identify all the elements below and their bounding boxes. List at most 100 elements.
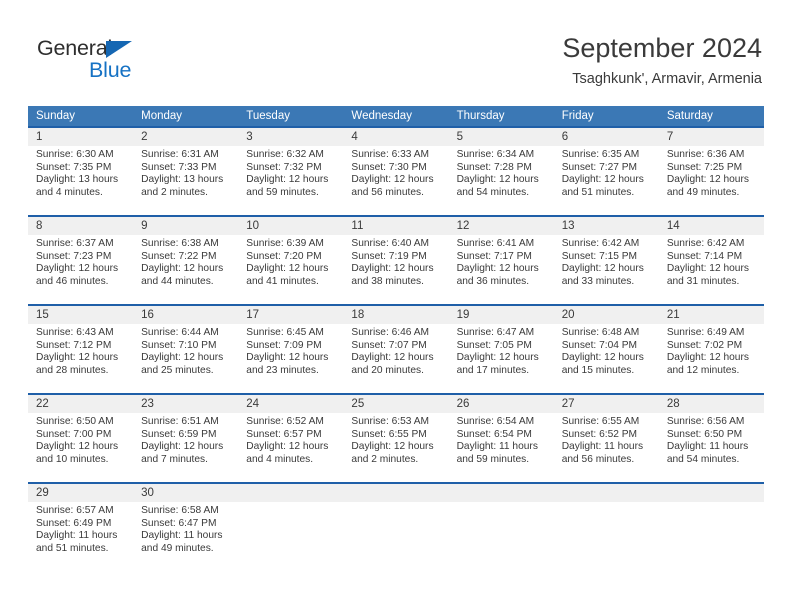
sunset-text: Sunset: 6:50 PM: [666, 428, 743, 440]
day-details: Sunrise: 6:37 AM Sunset: 7:23 PM Daylight:…: [28, 235, 133, 288]
calendar-day-cell[interactable]: 13 Sunrise: 6:42 AM Sunset: 7:15 PM Dayligh…: [553, 217, 659, 304]
day-details: Sunrise: 6:41 AM Sunset: 7:17 PM Daylight:…: [449, 235, 554, 288]
calendar-cell: 15 Sunrise: 6:43 AM Sunset: 7:12 PM Dayligh…: [28, 304, 134, 394]
calendar-day-cell[interactable]: 1 Sunrise: 6:30 AM Sunset: 7:35 PM Daylight…: [28, 128, 134, 215]
day-number: 26: [448, 395, 554, 413]
day-details: Sunrise: 6:50 AM Sunset: 7:00 PM Daylight:…: [28, 413, 133, 466]
calendar-day-cell[interactable]: 14 Sunrise: 6:42 AM Sunset: 7:14 PM Dayligh…: [658, 217, 764, 304]
daylight-text-line1: Daylight: 12 hours: [351, 352, 434, 364]
calendar-day-cell[interactable]: 28 Sunrise: 6:56 AM Sunset: 6:50 PM Dayligh…: [658, 395, 764, 482]
calendar-cell: 22 Sunrise: 6:50 AM Sunset: 7:00 PM Dayligh…: [28, 393, 134, 483]
calendar-day-cell[interactable]: 16 Sunrise: 6:44 AM Sunset: 7:10 PM Dayligh…: [133, 306, 239, 393]
daylight-text-line1: Daylight: 11 hours: [36, 530, 118, 542]
calendar-day-cell[interactable]: 15 Sunrise: 6:43 AM Sunset: 7:12 PM Dayligh…: [28, 306, 134, 393]
calendar-cell: 14 Sunrise: 6:42 AM Sunset: 7:14 PM Dayligh…: [658, 215, 764, 305]
daylight-text-line2: and 46 minutes.: [36, 275, 109, 287]
calendar-day-cell[interactable]: 27 Sunrise: 6:55 AM Sunset: 6:52 PM Dayligh…: [553, 395, 659, 482]
day-number: 20: [553, 306, 659, 324]
calendar-day-cell[interactable]: 18 Sunrise: 6:46 AM Sunset: 7:07 PM Dayligh…: [343, 306, 449, 393]
calendar-body: 1 Sunrise: 6:30 AM Sunset: 7:35 PM Daylight…: [28, 126, 764, 571]
calendar-day-cell[interactable]: 6 Sunrise: 6:35 AM Sunset: 7:27 PM Daylight…: [553, 128, 659, 215]
calendar-cell: 20 Sunrise: 6:48 AM Sunset: 7:04 PM Dayligh…: [553, 304, 659, 394]
calendar-day-cell[interactable]: 26 Sunrise: 6:54 AM Sunset: 6:54 PM Dayligh…: [448, 395, 554, 482]
day-number: 8: [28, 217, 134, 235]
calendar-cell: 17 Sunrise: 6:45 AM Sunset: 7:09 PM Dayligh…: [238, 304, 344, 394]
calendar-day-cell[interactable]: 10 Sunrise: 6:39 AM Sunset: 7:20 PM Dayligh…: [238, 217, 344, 304]
calendar-day-cell[interactable]: 25 Sunrise: 6:53 AM Sunset: 6:55 PM Dayligh…: [343, 395, 449, 482]
day-details: Sunrise: 6:53 AM Sunset: 6:55 PM Daylight:…: [343, 413, 448, 466]
daylight-text-line2: and 56 minutes.: [561, 453, 635, 465]
daylight-text-line1: Daylight: 12 hours: [246, 174, 329, 186]
calendar-day-cell[interactable]: 11 Sunrise: 6:40 AM Sunset: 7:19 PM Dayligh…: [343, 217, 449, 304]
sunset-text: Sunset: 7:10 PM: [141, 339, 217, 351]
sunrise-text: Sunrise: 6:35 AM: [561, 149, 640, 160]
daylight-text-line2: and 2 minutes.: [351, 453, 419, 465]
calendar-day-cell[interactable]: 8 Sunrise: 6:37 AM Sunset: 7:23 PM Daylight…: [28, 217, 134, 304]
day-number: 29: [28, 484, 134, 502]
day-details: Sunrise: 6:45 AM Sunset: 7:09 PM Daylight:…: [238, 324, 343, 377]
sunset-text: Sunset: 7:00 PM: [36, 428, 112, 440]
daylight-text-line1: Daylight: 12 hours: [456, 174, 539, 186]
day-details: Sunrise: 6:57 AM Sunset: 6:49 PM Daylight:…: [28, 502, 133, 555]
daylight-text-line1: Daylight: 11 hours: [456, 441, 538, 453]
sunset-text: Sunset: 7:32 PM: [246, 161, 322, 173]
daylight-text-line2: and 33 minutes.: [561, 275, 635, 287]
daylight-text-line2: and 41 minutes.: [246, 275, 319, 287]
day-number: 2: [133, 128, 239, 146]
daylight-text-line1: Daylight: 12 hours: [141, 441, 224, 453]
daylight-text-line1: Daylight: 12 hours: [36, 352, 119, 364]
day-details: Sunrise: 6:31 AM Sunset: 7:33 PM Daylight:…: [133, 146, 238, 199]
calendar-day-cell[interactable]: 20 Sunrise: 6:48 AM Sunset: 7:04 PM Dayligh…: [553, 306, 659, 393]
day-details: Sunrise: 6:49 AM Sunset: 7:02 PM Daylight:…: [659, 324, 764, 377]
daylight-text-line2: and 59 minutes.: [456, 453, 530, 465]
calendar-day-cell-empty: [553, 484, 659, 571]
calendar-day-cell[interactable]: 29 Sunrise: 6:57 AM Sunset: 6:49 PM Dayligh…: [28, 484, 134, 571]
calendar-day-cell[interactable]: 12 Sunrise: 6:41 AM Sunset: 7:17 PM Dayligh…: [448, 217, 554, 304]
sunset-text: Sunset: 6:47 PM: [141, 517, 217, 529]
day-details: Sunrise: 6:36 AM Sunset: 7:25 PM Daylight:…: [659, 146, 764, 199]
sunset-text: Sunset: 7:19 PM: [351, 250, 427, 262]
day-number: 7: [658, 128, 764, 146]
day-number: 4: [343, 128, 449, 146]
sunset-text: Sunset: 7:30 PM: [351, 161, 427, 173]
calendar-day-cell[interactable]: 3 Sunrise: 6:32 AM Sunset: 7:32 PM Daylight…: [238, 128, 344, 215]
day-number: 18: [343, 306, 449, 324]
calendar-day-cell[interactable]: 2 Sunrise: 6:31 AM Sunset: 7:33 PM Daylight…: [133, 128, 239, 215]
sunset-text: Sunset: 6:52 PM: [561, 428, 638, 440]
weekday-header-friday: Friday: [553, 106, 659, 127]
day-details: Sunrise: 6:56 AM Sunset: 6:50 PM Daylight:…: [659, 413, 764, 466]
calendar-day-cell[interactable]: 17 Sunrise: 6:45 AM Sunset: 7:09 PM Dayligh…: [238, 306, 344, 393]
general-blue-logo[interactable]: General Blue: [37, 36, 167, 84]
daylight-text-line1: Daylight: 12 hours: [36, 441, 119, 453]
calendar-day-cell[interactable]: 24 Sunrise: 6:52 AM Sunset: 6:57 PM Dayligh…: [238, 395, 344, 482]
calendar-day-cell[interactable]: 22 Sunrise: 6:50 AM Sunset: 7:00 PM Dayligh…: [28, 395, 134, 482]
page-subtitle: Tsaghkunk', Armavir, Armenia: [572, 71, 762, 87]
calendar-day-cell[interactable]: 5 Sunrise: 6:34 AM Sunset: 7:28 PM Daylight…: [448, 128, 554, 215]
day-number: 24: [238, 395, 344, 413]
daylight-text-line2: and 49 minutes.: [666, 186, 740, 198]
calendar-day-cell[interactable]: 21 Sunrise: 6:49 AM Sunset: 7:02 PM Dayligh…: [658, 306, 764, 393]
daylight-text-line1: Daylight: 12 hours: [141, 263, 224, 275]
calendar-day-cell[interactable]: 30 Sunrise: 6:58 AM Sunset: 6:47 PM Dayligh…: [133, 484, 239, 571]
calendar-day-cell[interactable]: 9 Sunrise: 6:38 AM Sunset: 7:22 PM Daylight…: [133, 217, 239, 304]
sunrise-text: Sunrise: 6:37 AM: [36, 238, 114, 249]
calendar-day-cell[interactable]: 4 Sunrise: 6:33 AM Sunset: 7:30 PM Daylight…: [343, 128, 449, 215]
sunrise-text: Sunrise: 6:57 AM: [36, 505, 114, 516]
calendar-cell: 18 Sunrise: 6:46 AM Sunset: 7:07 PM Dayligh…: [343, 304, 449, 394]
weekday-header-tuesday: Tuesday: [238, 106, 344, 127]
calendar-cell: 26 Sunrise: 6:54 AM Sunset: 6:54 PM Dayligh…: [448, 393, 554, 483]
day-number: 22: [28, 395, 134, 413]
day-number: [343, 484, 449, 502]
sunset-text: Sunset: 6:57 PM: [246, 428, 322, 440]
weekday-header-monday: Monday: [133, 106, 239, 127]
sunrise-text: Sunrise: 6:51 AM: [141, 416, 219, 427]
calendar-day-cell[interactable]: 23 Sunrise: 6:51 AM Sunset: 6:59 PM Dayligh…: [133, 395, 239, 482]
calendar-cell: 11 Sunrise: 6:40 AM Sunset: 7:19 PM Dayligh…: [343, 215, 449, 305]
sunrise-text: Sunrise: 6:33 AM: [351, 149, 430, 160]
calendar-day-cell[interactable]: 7 Sunrise: 6:36 AM Sunset: 7:25 PM Daylight…: [658, 128, 764, 215]
sunset-text: Sunset: 7:28 PM: [456, 161, 532, 173]
sunset-text: Sunset: 7:27 PM: [561, 161, 638, 173]
daylight-text-line1: Daylight: 12 hours: [351, 441, 434, 453]
calendar-day-cell[interactable]: 19 Sunrise: 6:47 AM Sunset: 7:05 PM Dayligh…: [448, 306, 554, 393]
sunrise-text: Sunrise: 6:44 AM: [141, 327, 219, 338]
